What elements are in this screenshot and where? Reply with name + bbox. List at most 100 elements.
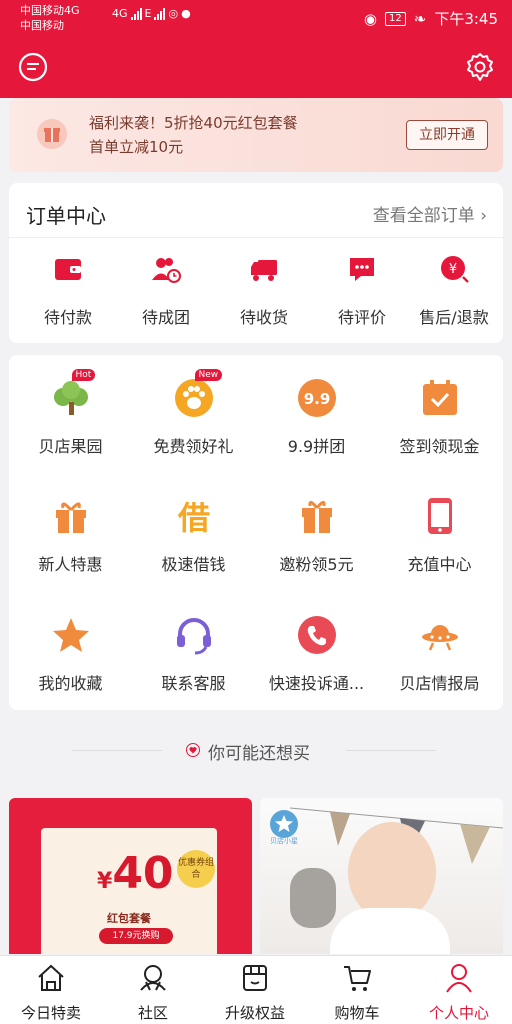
- paw-icon: New: [173, 369, 223, 419]
- hot-badge: Hot: [71, 369, 96, 381]
- service-label: 9.9拼团: [287, 437, 346, 456]
- service-intel-bureau[interactable]: 贝店情报局: [378, 614, 501, 694]
- view-all-orders-label: 查看全部订单: [372, 206, 475, 226]
- tab-label: 升级权益: [224, 1004, 285, 1022]
- tab-personal-center[interactable]: 个人中心: [408, 962, 510, 1023]
- status-right: ◉ 12 ❧ 下午3:45: [364, 8, 498, 29]
- shop-icon: [243, 965, 267, 991]
- tab-community[interactable]: 社区: [102, 962, 204, 1023]
- profile-header: [0, 40, 512, 98]
- truck-icon: [251, 260, 277, 281]
- order-after-sales[interactable]: ¥ 售后/退款: [405, 253, 503, 328]
- service-label: 充值中心: [407, 555, 472, 574]
- service-label: 贝店果园: [38, 437, 103, 456]
- view-all-orders-link[interactable]: 查看全部订单 ›: [373, 201, 487, 226]
- recommend-header: 你可能还想买: [0, 737, 512, 765]
- service-label: 快速投诉通...: [268, 674, 365, 693]
- order-pending-review[interactable]: 待评价: [313, 253, 411, 328]
- coupon-name: 红包套餐: [107, 912, 151, 925]
- network-e-label: E: [144, 7, 152, 20]
- comment-icon: [350, 258, 374, 281]
- home-icon: [38, 964, 64, 991]
- service-label: 联系客服: [161, 674, 226, 693]
- service-label: 邀粉领5元: [279, 555, 354, 574]
- promo-banner[interactable]: 福利来袭！5折抢40元红包套餐 首单立减10元 立即开通: [9, 98, 503, 172]
- carrier-info: 中国移动4G 中国移动: [20, 3, 80, 33]
- tab-cart[interactable]: 购物车: [306, 962, 408, 1023]
- coupon-card: ¥40 优惠券组合 红包套餐 17.9元换购: [41, 828, 217, 954]
- tab-today-sale[interactable]: 今日特卖: [0, 962, 102, 1023]
- borrow-icon-text: 借: [176, 499, 209, 537]
- service-recharge[interactable]: 充值中心: [378, 495, 501, 575]
- service-free-gift[interactable]: New 免费领好礼: [132, 369, 255, 457]
- tab-label: 购物车: [334, 1004, 380, 1022]
- clock-time: 下午3:45: [434, 10, 498, 28]
- signal-indicators: 4G E ◎ ●: [112, 7, 191, 20]
- service-invite-fans[interactable]: 邀粉领5元: [255, 495, 378, 575]
- service-newbie-deal[interactable]: 新人特惠: [9, 495, 132, 575]
- leaf-icon: ❧: [413, 9, 427, 28]
- coupon-price-note: 17.9元换购: [99, 928, 173, 944]
- recommend-title: 你可能还想买: [208, 744, 310, 764]
- gift-icon: [50, 495, 92, 537]
- bottom-tab-bar: 今日特卖 社区 升级权益 购物车 个人中心: [0, 955, 512, 1024]
- order-pending-delivery[interactable]: 待收货: [215, 253, 313, 328]
- service-orchard[interactable]: Hot 贝店果园: [9, 369, 132, 457]
- baby-outfit: [330, 908, 450, 954]
- person-icon: [446, 964, 472, 993]
- eye-icon: ◉: [363, 9, 377, 28]
- service-favorites[interactable]: 我的收藏: [9, 614, 132, 694]
- service-customer-support[interactable]: 联系客服: [132, 614, 255, 694]
- teddy-bear: [290, 868, 336, 928]
- signal-bars-icon: [130, 8, 142, 20]
- message-bubble-icon[interactable]: [18, 52, 48, 82]
- coupon-currency: ¥: [97, 869, 113, 894]
- wallet-icon: [55, 259, 81, 280]
- complaint-phone-icon: [296, 614, 338, 656]
- phone-icon: [419, 495, 461, 537]
- battery-icon: 12: [385, 11, 406, 26]
- service-checkin[interactable]: 签到领现金: [378, 377, 501, 457]
- baby-photo: [348, 822, 436, 922]
- order-pending-group[interactable]: 待成团: [117, 253, 215, 328]
- nine-nine-icon: 9.9: [296, 377, 338, 419]
- promo-subline: 首单立减10元: [89, 138, 184, 156]
- open-now-button[interactable]: 立即开通: [406, 120, 488, 150]
- new-badge: New: [194, 369, 223, 381]
- heart-icon: [186, 743, 200, 757]
- product-tile-red-packet[interactable]: ¥40 优惠券组合 红包套餐 17.9元换购: [9, 798, 252, 954]
- service-quick-loan[interactable]: 借 极速借钱: [132, 495, 255, 575]
- product-tile-baby[interactable]: 贝店小星: [260, 798, 503, 954]
- order-center-title: 订单中心: [26, 204, 106, 228]
- order-pending-payment[interactable]: 待付款: [19, 253, 117, 328]
- coupon-combo-badge: 优惠券组合: [177, 850, 215, 888]
- ufo-icon: [419, 614, 461, 656]
- order-item-label: 待成团: [141, 308, 190, 327]
- borrow-icon: 借: [173, 495, 215, 537]
- service-complaint[interactable]: 快速投诉通...: [255, 614, 378, 694]
- refund-icon: ¥: [441, 256, 469, 283]
- headset-icon: [173, 614, 215, 656]
- promo-headline: 福利来袭！5折抢40元红包套餐: [89, 114, 298, 132]
- message-icon: ●: [181, 7, 191, 20]
- chevron-right-icon: ›: [480, 206, 487, 226]
- order-item-label: 待付款: [43, 308, 92, 327]
- service-group-buy[interactable]: 9.9 9.9拼团: [255, 377, 378, 457]
- divider-left: [72, 750, 162, 751]
- settings-gear-icon[interactable]: [464, 51, 496, 83]
- tab-label: 社区: [137, 1004, 168, 1022]
- tab-label: 今日特卖: [20, 1004, 81, 1022]
- tab-upgrade-benefits[interactable]: 升级权益: [204, 962, 306, 1023]
- gift-icon: [37, 119, 67, 149]
- cart-icon: [344, 966, 371, 991]
- service-label: 我的收藏: [38, 674, 103, 693]
- status-bar: 中国移动4G 中国移动 4G E ◎ ● ◉ 12 ❧ 下午3:45: [0, 0, 512, 40]
- star-icon: [50, 614, 92, 656]
- services-grid: Hot 贝店果园 New 免费领好礼 9.9 9.9拼团 签到领现金 新人特惠 …: [9, 355, 503, 710]
- carrier-line2: 中国移动: [20, 19, 64, 32]
- signal-bars-2-icon: [154, 8, 166, 20]
- service-label: 贝店情报局: [399, 674, 480, 693]
- tree-icon: Hot: [50, 369, 96, 419]
- tab-label: 个人中心: [428, 1004, 489, 1022]
- order-item-label: 待收货: [239, 308, 288, 327]
